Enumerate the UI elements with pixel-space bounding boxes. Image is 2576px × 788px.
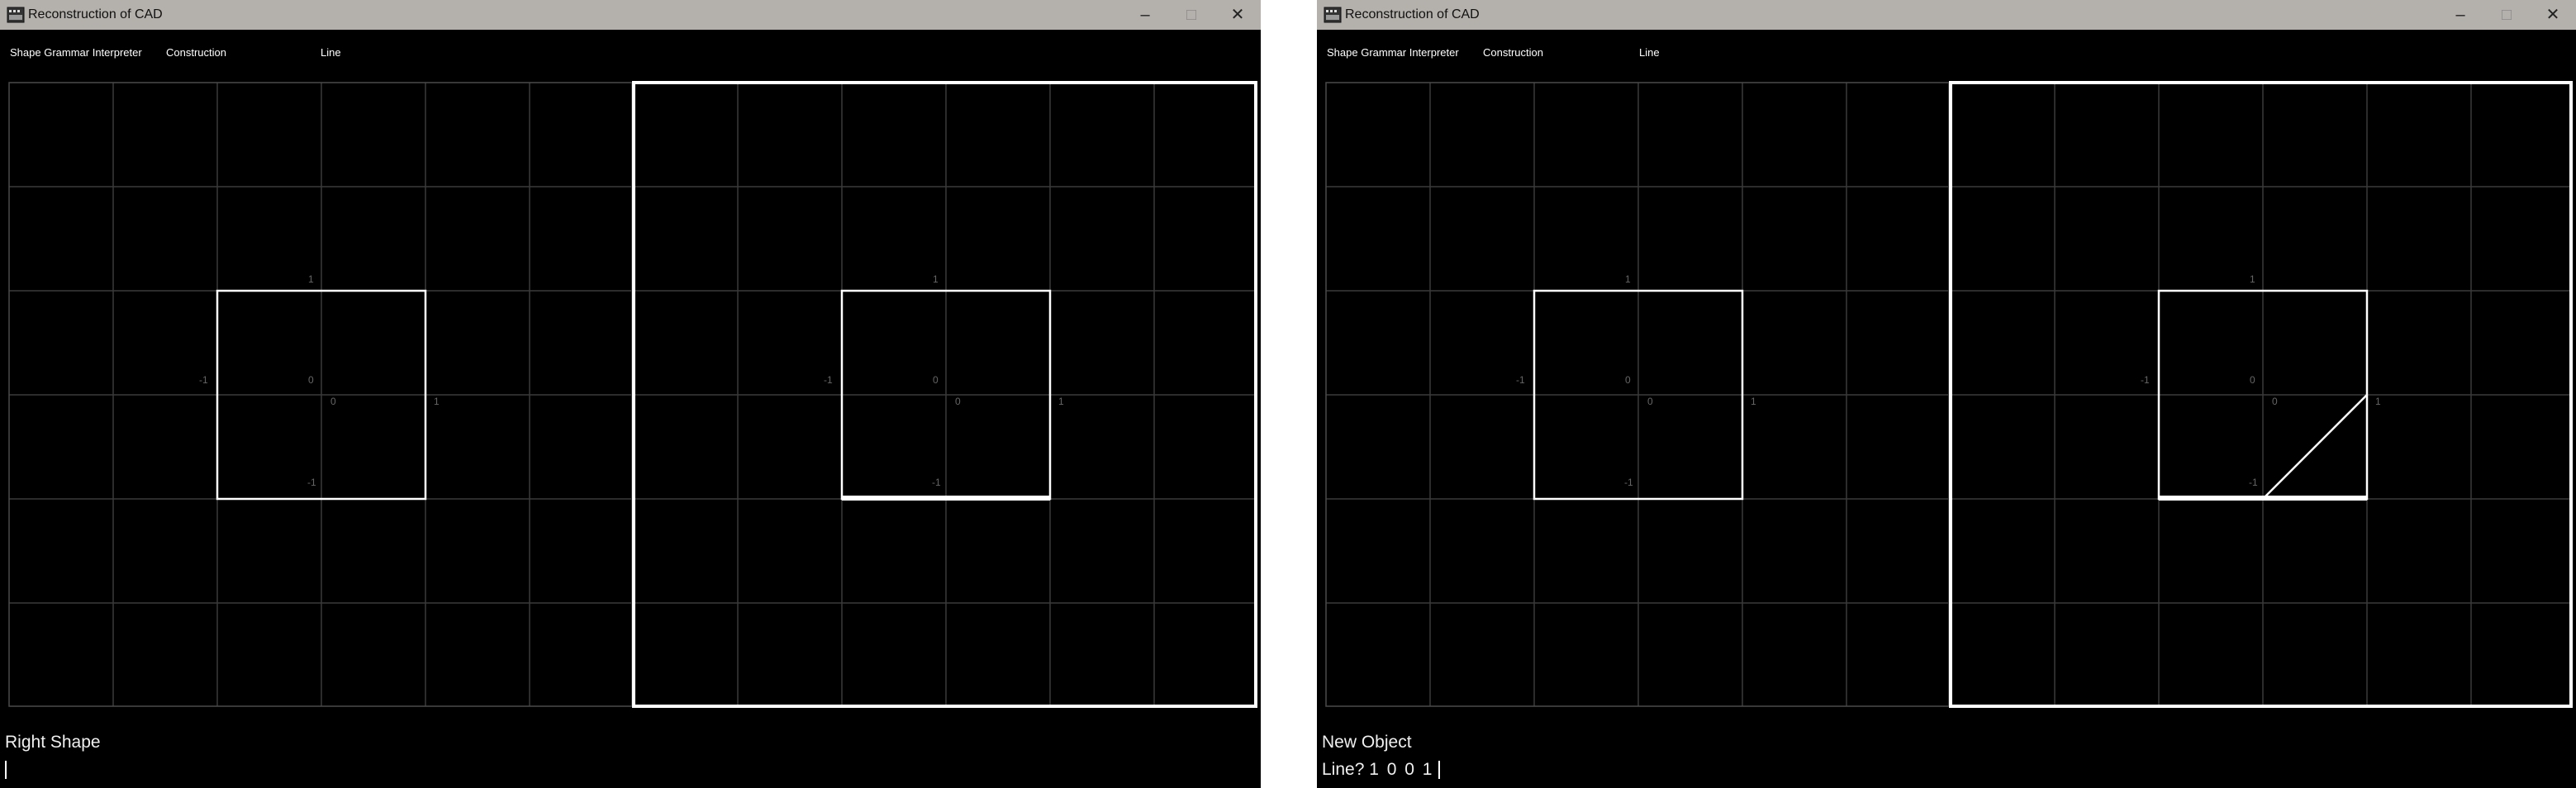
- axis-label-y-bottom-right: -1: [2249, 477, 2258, 488]
- menu-construction[interactable]: Construction: [1483, 46, 1543, 59]
- menu-shape-grammar-interpreter[interactable]: Shape Grammar Interpreter: [1327, 46, 1459, 59]
- minimize-button[interactable]: –: [1122, 0, 1168, 30]
- app-icon: [1324, 7, 1342, 23]
- text-cursor: [1438, 761, 1441, 780]
- axis-label-x-right: 1: [434, 396, 440, 407]
- cad-window-left: Reconstruction of CAD – □ ✕ Shape Gramma…: [0, 0, 1261, 788]
- axis-label-x-left: -1: [1516, 374, 1525, 386]
- menu-construction[interactable]: Construction: [166, 46, 226, 59]
- text-cursor: [5, 761, 7, 780]
- menu-bar: Shape Grammar Interpreter Construction L…: [0, 30, 1261, 79]
- command-input[interactable]: 1 0 0 1: [1369, 760, 1433, 779]
- axis-label-origin-x: 0: [1647, 396, 1653, 407]
- status-message: Right Shape: [5, 733, 101, 752]
- status-message: New Object: [1322, 733, 1412, 752]
- left-panel-grid: [1326, 83, 1948, 706]
- title-bar[interactable]: Reconstruction of CAD – □ ✕: [0, 0, 1261, 30]
- left-panel-grid: [9, 83, 631, 706]
- axis-label-origin-y-right: 0: [933, 374, 939, 386]
- command-line[interactable]: [5, 760, 7, 780]
- maximize-button[interactable]: □: [2483, 0, 2530, 30]
- axis-label-origin-y-right: 0: [2250, 374, 2255, 386]
- axis-label-origin-y: 0: [1625, 374, 1631, 386]
- axis-label-origin-y: 0: [308, 374, 314, 386]
- axis-label-x-left-right: -1: [2141, 374, 2150, 386]
- axis-label-y-top: 1: [308, 273, 314, 285]
- axis-label-y-top-right: 1: [933, 273, 939, 285]
- window-title: Reconstruction of CAD: [1345, 7, 1480, 21]
- axis-label-x-left-right: -1: [824, 374, 833, 386]
- command-prompt: Line?: [1322, 760, 1365, 779]
- command-line[interactable]: Line? 1 0 0 1: [1322, 760, 1441, 780]
- title-bar[interactable]: Reconstruction of CAD – □ ✕: [1317, 0, 2576, 30]
- window-title: Reconstruction of CAD: [28, 7, 163, 21]
- axis-label-y-bottom: -1: [307, 477, 316, 488]
- axis-label-x-right-right: 1: [1058, 396, 1064, 407]
- axis-label-x-left: -1: [199, 374, 208, 386]
- menu-bar: Shape Grammar Interpreter Construction L…: [1317, 30, 2576, 79]
- menu-line[interactable]: Line: [321, 46, 341, 59]
- menu-line[interactable]: Line: [1639, 46, 1660, 59]
- axis-label-x-right-right: 1: [2375, 396, 2381, 407]
- axis-label-y-bottom: -1: [1624, 477, 1633, 488]
- right-panel-grid: [634, 83, 1256, 706]
- minimize-button[interactable]: –: [2437, 0, 2483, 30]
- axis-label-origin-x: 0: [330, 396, 336, 407]
- new-line-segment: [2262, 394, 2368, 500]
- axis-label-y-top-right: 1: [2250, 273, 2255, 285]
- menu-shape-grammar-interpreter[interactable]: Shape Grammar Interpreter: [10, 46, 142, 59]
- cad-window-right: Reconstruction of CAD – □ ✕ Shape Gramma…: [1317, 0, 2576, 788]
- axis-label-origin-x-right: 0: [955, 396, 961, 407]
- right-panel-grid: [1951, 83, 2571, 706]
- maximize-button[interactable]: □: [1168, 0, 1214, 30]
- axis-label-origin-x-right: 0: [2272, 396, 2278, 407]
- axis-label-x-right: 1: [1751, 396, 1756, 407]
- cad-canvas[interactable]: 1 -1 0 0 1 -1 1 -1 0 0 1 -1: [1317, 79, 2576, 715]
- axis-label-y-top: 1: [1625, 273, 1631, 285]
- cad-canvas[interactable]: 1 -1 0 0 1 -1 1 -1 0 0 1 -1: [0, 79, 1261, 715]
- close-button[interactable]: ✕: [2530, 0, 2576, 30]
- close-button[interactable]: ✕: [1214, 0, 1261, 30]
- axis-label-y-bottom-right: -1: [932, 477, 941, 488]
- app-icon: [7, 7, 25, 23]
